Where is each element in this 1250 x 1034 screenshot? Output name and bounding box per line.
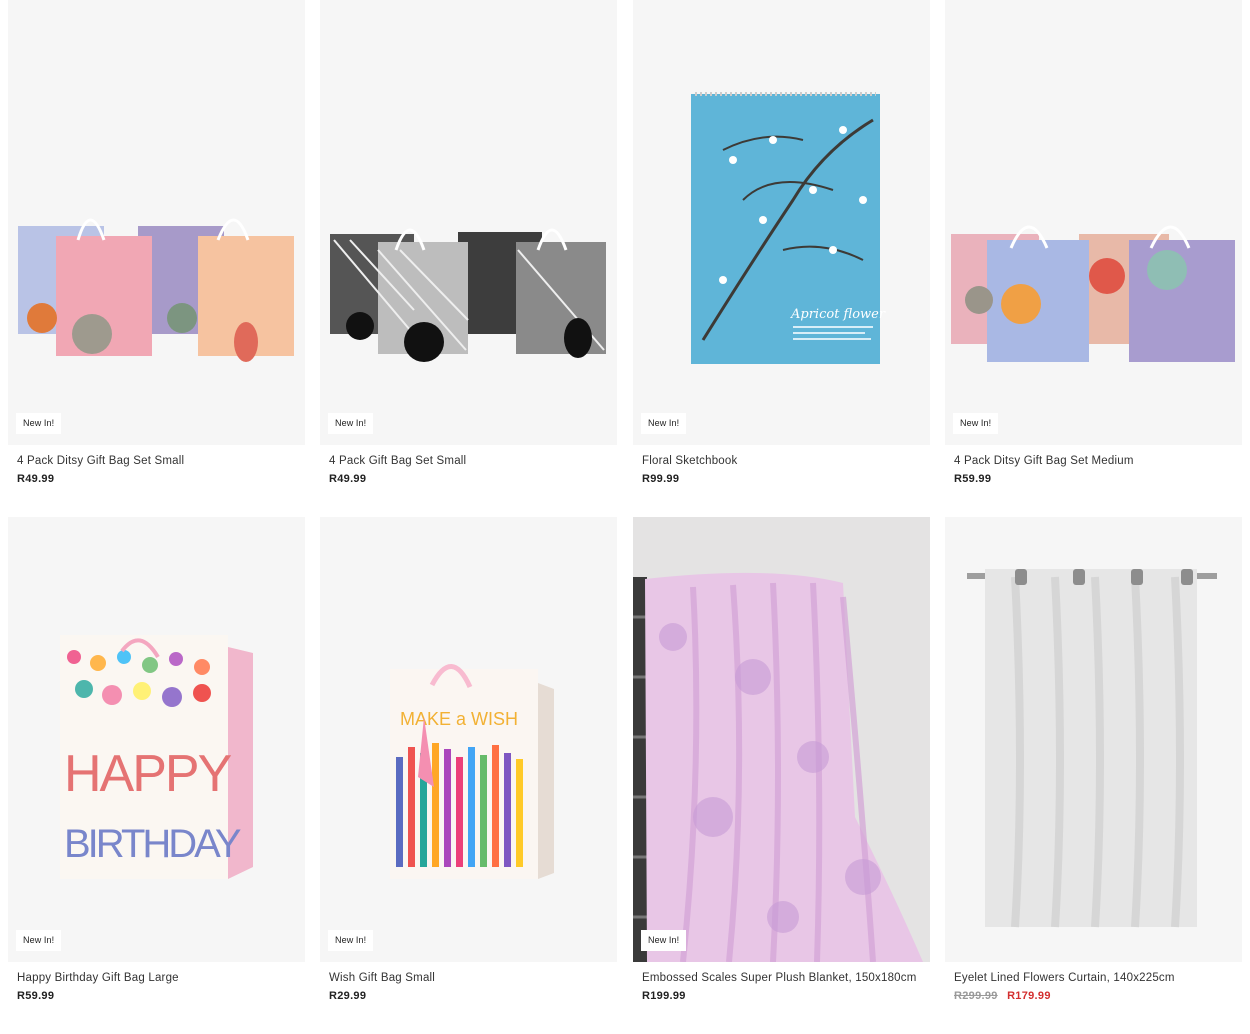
new-in-badge: New In! (953, 413, 999, 434)
wish-bag-text: MAKE a WISH (400, 709, 518, 729)
product-price: R49.99 (329, 473, 367, 485)
product-image[interactable]: Apricot flower New In! (633, 0, 930, 445)
product-price-row: R49.99 (8, 473, 305, 485)
product-price-row: R49.99 (320, 473, 617, 485)
wish-gift-bag-image: MAKE a WISH (390, 664, 554, 879)
product-image[interactable]: New In! (945, 0, 1242, 445)
new-in-badge: New In! (641, 413, 687, 434)
gift-bags-ditsy-medium-image (951, 225, 1235, 362)
product-name[interactable]: 4 Pack Ditsy Gift Bag Set Medium (945, 455, 1242, 467)
product-name[interactable]: Happy Birthday Gift Bag Large (8, 972, 305, 984)
product-price: R49.99 (17, 473, 55, 485)
product-card[interactable]: HAPPY BIRTHDAY New In! Happy Birthday Gi… (8, 517, 305, 1002)
plush-blanket-image (633, 572, 923, 962)
product-card[interactable]: Apricot flower New In! Floral Sketchbook… (633, 0, 930, 485)
product-card[interactable]: MAKE a WISH New In! Wish Gift Bag Small … (320, 517, 617, 1002)
product-price-row: R59.99 (8, 990, 305, 1002)
new-in-badge: New In! (16, 930, 62, 951)
product-card[interactable]: New In! 4 Pack Ditsy Gift Bag Set Medium… (945, 0, 1242, 485)
product-name[interactable]: 4 Pack Ditsy Gift Bag Set Small (8, 455, 305, 467)
product-price-row: R59.99 (945, 473, 1242, 485)
birthday-bag-text-line1: HAPPY (64, 745, 232, 803)
sketchbook-cover-text: Apricot flower (790, 307, 886, 322)
new-in-badge: New In! (16, 413, 62, 434)
product-name[interactable]: Embossed Scales Super Plush Blanket, 150… (633, 972, 930, 984)
product-image[interactable]: HAPPY BIRTHDAY New In! (8, 517, 305, 962)
product-price: R59.99 (954, 473, 992, 485)
product-grid: New In! 4 Pack Ditsy Gift Bag Set Small … (0, 0, 1250, 1034)
happy-birthday-bag-image: HAPPY BIRTHDAY (60, 635, 253, 879)
new-in-badge: New In! (328, 413, 374, 434)
product-sale-price: R179.99 (1007, 990, 1051, 1002)
product-image[interactable]: New In! (320, 0, 617, 445)
product-price-row: R199.99 (633, 990, 930, 1002)
product-card[interactable]: New In! 4 Pack Ditsy Gift Bag Set Small … (8, 0, 305, 485)
product-image[interactable]: New In! (8, 0, 305, 445)
product-old-price: R299.99 (954, 990, 998, 1002)
eyelet-curtain-image (967, 569, 1217, 928)
product-image[interactable] (945, 517, 1242, 962)
product-name[interactable]: Eyelet Lined Flowers Curtain, 140x225cm (945, 972, 1242, 984)
gift-bags-ditsy-image (18, 218, 294, 362)
product-image[interactable]: New In! (633, 517, 930, 962)
product-card[interactable]: Eyelet Lined Flowers Curtain, 140x225cm … (945, 517, 1242, 1002)
product-card[interactable]: New In! Embossed Scales Super Plush Blan… (633, 517, 930, 1002)
floral-sketchbook-image: Apricot flower (691, 92, 886, 364)
product-price-row: R29.99 (320, 990, 617, 1002)
product-price: R199.99 (642, 990, 686, 1002)
product-price-row: R99.99 (633, 473, 930, 485)
gift-bags-monochrome-image (330, 228, 606, 362)
product-name[interactable]: Wish Gift Bag Small (320, 972, 617, 984)
new-in-badge: New In! (328, 930, 374, 951)
product-price: R59.99 (17, 990, 55, 1002)
new-in-badge: New In! (641, 930, 687, 951)
birthday-bag-text-line2: BIRTHDAY (64, 822, 241, 866)
product-name[interactable]: Floral Sketchbook (633, 455, 930, 467)
product-image[interactable]: MAKE a WISH New In! (320, 517, 617, 962)
product-price: R29.99 (329, 990, 367, 1002)
product-price: R99.99 (642, 473, 680, 485)
product-name[interactable]: 4 Pack Gift Bag Set Small (320, 455, 617, 467)
product-price-row: R299.99 R179.99 (945, 990, 1242, 1002)
product-card[interactable]: New In! 4 Pack Gift Bag Set Small R49.99 (320, 0, 617, 485)
